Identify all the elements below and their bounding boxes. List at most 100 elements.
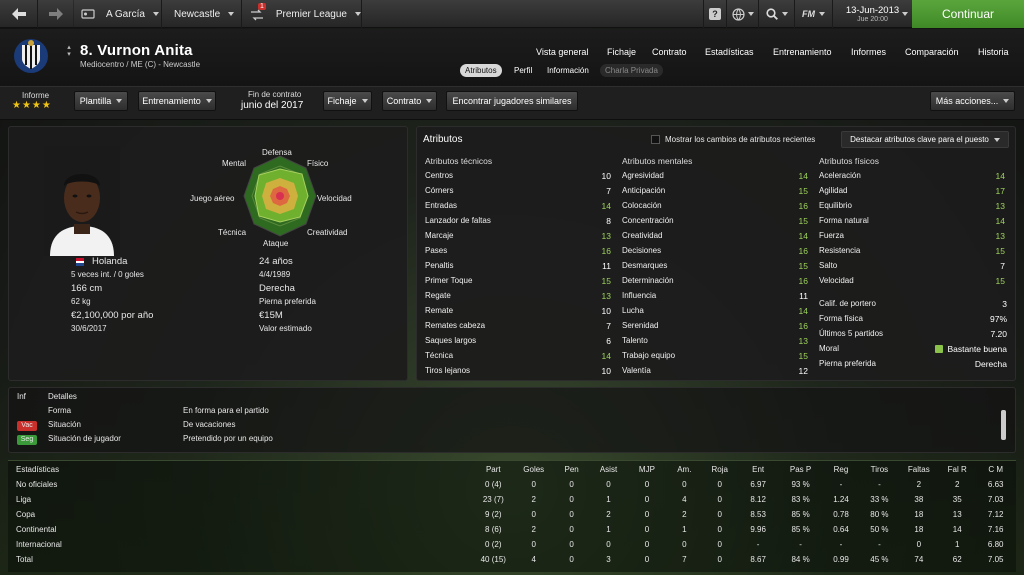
stats-cell: 6.97 — [750, 480, 766, 489]
stats-cell: 0 (2) — [485, 540, 502, 549]
notification-badge: 1 — [258, 3, 266, 10]
extra-attribute-row: Calif. de portero 3 — [819, 296, 1007, 311]
manager-dropdown[interactable]: A García — [102, 0, 162, 28]
transfer-button[interactable]: Fichaje — [323, 91, 372, 111]
wage: €2,100,000 por año — [71, 310, 154, 321]
player-nav-arrows[interactable]: ▴ ▾ — [66, 44, 72, 60]
stats-header-cell[interactable]: Ent — [737, 462, 779, 477]
attribute-label: Equilibrio — [819, 201, 852, 210]
stats-cell: 0 — [916, 540, 922, 549]
attribute-value: 97% — [989, 313, 1007, 324]
up-arrow-icon[interactable]: ▴ — [66, 44, 72, 51]
chevron-down-icon[interactable] — [902, 12, 908, 16]
attribute-label: Serenidad — [622, 321, 659, 330]
stats-row[interactable]: No oficiales 0 (4) 0 0 0 0 0 0 6.97 93 % - - 2 2 6.63 — [8, 477, 1016, 492]
subtab-perfil[interactable]: Perfil — [509, 64, 537, 77]
nav-historia[interactable]: Historia — [978, 47, 1009, 57]
stats-header-cell[interactable]: Asist — [589, 462, 627, 477]
stats-cell: 18 — [914, 525, 924, 534]
stats-header-cell[interactable]: Fal R — [939, 462, 975, 477]
attribute-row: Colocación 16 — [622, 198, 808, 213]
training-button-label: Entrenamiento — [142, 96, 201, 106]
stats-header-cell[interactable]: Goles — [514, 462, 554, 477]
stats-header-cell[interactable]: Part — [473, 462, 513, 477]
detail-value: De vacaciones — [183, 420, 236, 429]
attribute-value: 15 — [798, 260, 808, 271]
squad-button[interactable]: Plantilla — [74, 91, 128, 111]
stats-header-cell[interactable]: Roja — [703, 462, 737, 477]
stats-cell: 13 — [952, 510, 962, 519]
nav-estadisticas[interactable]: Estadísticas — [705, 47, 754, 57]
find-similar-button[interactable]: Encontrar jugadores similares — [446, 91, 578, 111]
stats-header-cell[interactable]: Faltas — [899, 462, 939, 477]
show-changes-checkbox[interactable] — [651, 135, 660, 144]
subtab-atributos[interactable]: Atributos — [460, 64, 502, 77]
stats-row[interactable]: Continental 8 (6) 2 0 1 0 1 0 9.96 85 % 0.64 50 % 18… — [8, 522, 1016, 537]
stats-header-cell[interactable]: C M — [975, 462, 1016, 477]
current-weekday-time: Jue 20:00 — [857, 16, 888, 23]
details-panel — [8, 387, 1016, 453]
attribute-value: 15 — [995, 245, 1005, 256]
contract-button[interactable]: Contrato — [382, 91, 437, 111]
stats-header-cell[interactable]: Pen — [554, 462, 589, 477]
search-button[interactable] — [759, 0, 795, 28]
subtab-informacion[interactable]: Información — [542, 64, 594, 77]
radar-label-defensa: Defensa — [262, 148, 292, 157]
stats-header-cell[interactable]: Reg — [822, 462, 860, 477]
fm-menu-button[interactable]: FM — [795, 0, 833, 28]
attribute-row: Regate 13 — [425, 288, 611, 303]
stats-cell: 0 — [606, 480, 611, 489]
details-header: Detalles — [48, 392, 77, 401]
stats-header-cell[interactable]: MJP — [628, 462, 666, 477]
attribute-row: Fuerza 13 — [819, 228, 1005, 243]
attribute-row: Equilibrio 13 — [819, 198, 1005, 213]
stats-row[interactable]: Copa 9 (2) 0 0 2 0 2 0 8.53 85 % 0.78 80 % 18 13 7.12 — [8, 507, 1016, 522]
stats-header-cell[interactable]: Pas P — [779, 462, 821, 477]
status-badge: Vac — [17, 421, 37, 431]
down-arrow-icon[interactable]: ▾ — [66, 51, 72, 58]
nav-fichaje[interactable]: Fichaje — [607, 47, 636, 57]
attribute-row: Tiros lejanos 10 — [425, 363, 611, 378]
manager-name: A García — [106, 8, 145, 20]
attribute-label: Remate — [425, 306, 454, 315]
stats-row[interactable]: Internacional 0 (2) 0 0 0 0 0 0 - - - - 0 1 6.80 — [8, 537, 1016, 552]
stats-cell: 0 — [644, 525, 650, 534]
club-dropdown[interactable]: Newcastle — [162, 0, 242, 28]
nav-entrenamiento[interactable]: Entrenamiento — [773, 47, 832, 57]
stats-header-cell[interactable]: Tiros — [860, 462, 898, 477]
details-scrollbar[interactable] — [1001, 410, 1006, 440]
attribute-label: Moral — [819, 344, 840, 353]
nav-informes[interactable]: Informes — [851, 47, 886, 57]
attribute-label: Técnica — [425, 351, 454, 360]
back-button[interactable] — [0, 0, 38, 28]
training-button[interactable]: Entrenamiento — [138, 91, 216, 111]
nav-contrato[interactable]: Contrato — [652, 47, 687, 57]
stats-cell: 85 % — [791, 510, 810, 519]
stats-row[interactable]: Total 40 (15) 4 0 3 0 7 0 8.67 84 % 0.99 45 % 74 62 7.… — [8, 552, 1016, 567]
attribute-row: Influencia 11 — [622, 288, 808, 303]
competition-dropdown[interactable]: 1 Premier League — [242, 0, 362, 28]
more-actions-button[interactable]: Más acciones... — [930, 91, 1015, 111]
competition-name: Premier League — [275, 8, 347, 20]
globe-button[interactable] — [727, 0, 759, 28]
date-display[interactable]: 13-Jun-2013 Jue 20:00 — [833, 0, 912, 28]
attribute-label: Centros — [425, 171, 454, 180]
extra-attribute-row: Forma física 97% — [819, 311, 1007, 326]
nav-comparacion[interactable]: Comparación — [905, 47, 959, 57]
stats-row[interactable]: Liga 23 (7) 2 0 1 0 4 0 8.12 83 % 1.24 33 % 38 35 7.03 — [8, 492, 1016, 507]
stats-cell: 0 — [717, 555, 722, 564]
subtab-charla-privada[interactable]: Charla Privada — [600, 64, 663, 77]
continue-button[interactable]: Continuar — [912, 0, 1024, 28]
stats-header-cell[interactable]: Estadísticas — [8, 462, 473, 477]
highlight-key-attributes-dropdown[interactable]: Destacar atributos clave para el puesto — [841, 131, 1009, 148]
stats-cell: 33 % — [870, 495, 889, 504]
help-button[interactable]: ? — [703, 0, 727, 28]
attribute-value: 7 — [1000, 260, 1005, 271]
stats-cell: 1.24 — [833, 495, 849, 504]
forward-button[interactable] — [38, 0, 74, 28]
attribute-value: 14 — [798, 170, 808, 181]
stats-header-cell[interactable]: Am. — [666, 462, 702, 477]
attribute-value: 16 — [601, 245, 611, 256]
attributes-title: Atributos — [423, 134, 463, 145]
nav-vista-general[interactable]: Vista general — [536, 47, 588, 57]
